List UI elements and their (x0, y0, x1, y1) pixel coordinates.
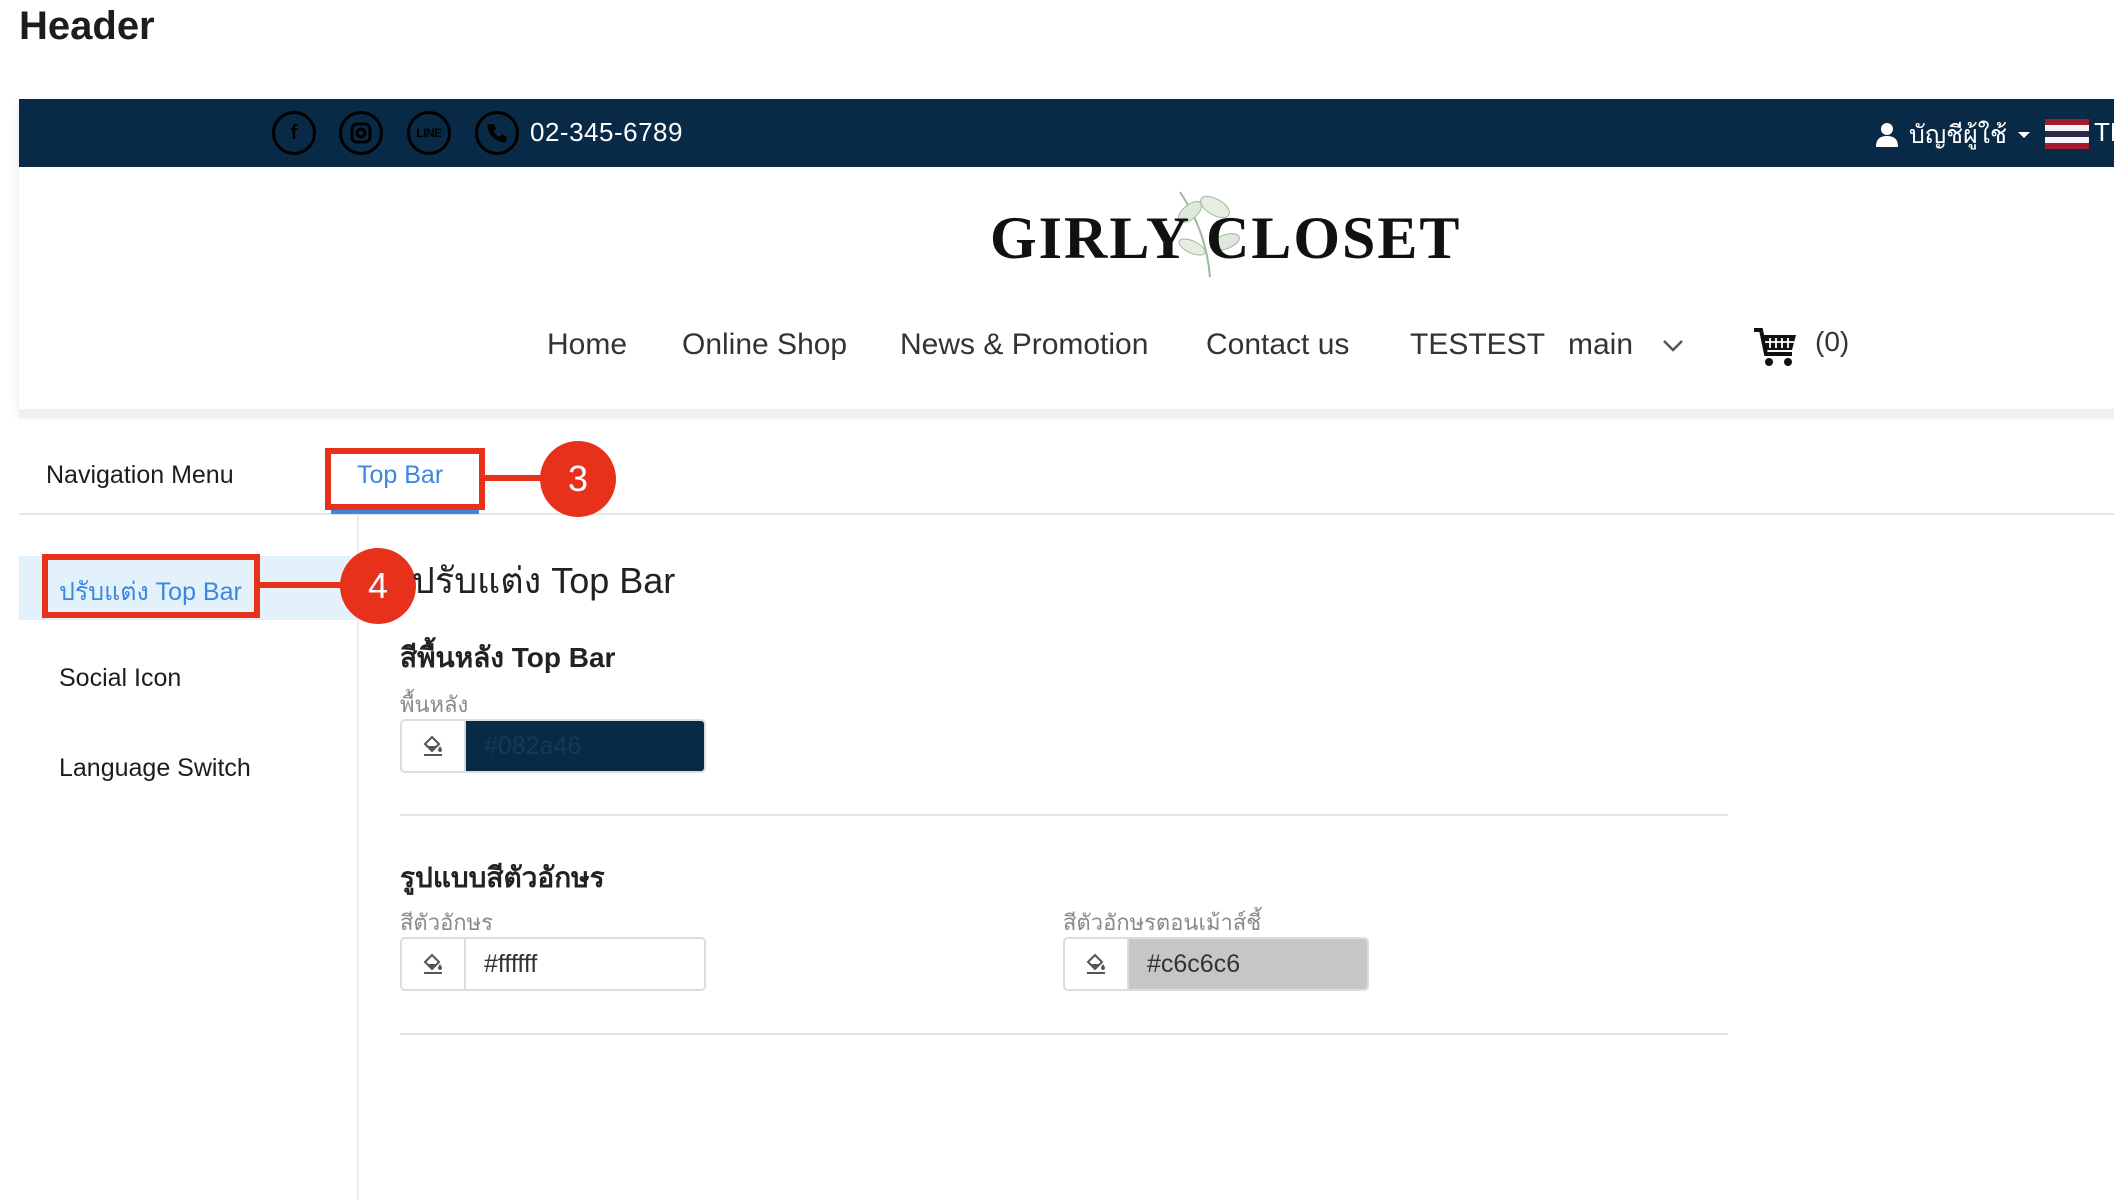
line-glyph: LINE (416, 126, 442, 140)
topbar-phone-number[interactable]: 02-345-6789 (530, 117, 683, 148)
account-label: บัญชีผู้ใช้ (1909, 121, 2007, 149)
sidebar-highlight-box (42, 554, 260, 618)
nav-contact-us[interactable]: Contact us (1206, 328, 1349, 362)
text-color-value[interactable]: #ffffff (466, 939, 704, 989)
background-field-label: พื้นหลัง (400, 692, 469, 717)
instagram-glyph (350, 122, 372, 144)
language-code[interactable]: TH (2094, 117, 2114, 148)
nav-news-promotion[interactable]: News & Promotion (900, 328, 1148, 362)
callout-badge-4: 4 (340, 548, 416, 624)
text-color-section-title: รูปแบบสีตัวอักษร (400, 862, 605, 893)
background-color-value[interactable]: #082a46 (466, 721, 704, 771)
text-color-label: สีตัวอักษร (400, 910, 493, 935)
thai-flag-icon[interactable] (2045, 119, 2089, 149)
background-color-field[interactable]: #082a46 (400, 719, 706, 773)
paint-bucket-icon[interactable] (1065, 939, 1129, 989)
content-title: ปรับแต่ง Top Bar (412, 560, 676, 601)
hover-color-label: สีตัวอักษรตอนเม้าส์ชี้ (1063, 910, 1262, 935)
nav-online-shop[interactable]: Online Shop (682, 328, 847, 362)
sidebar-item-language-switch[interactable]: Language Switch (59, 754, 251, 783)
user-icon (1876, 123, 1898, 147)
nav-main[interactable]: main (1568, 328, 1633, 362)
cart-icon[interactable] (1752, 326, 1798, 368)
section-divider (400, 1033, 1728, 1035)
callout-4-connector (258, 582, 344, 588)
paint-bucket-icon[interactable] (402, 721, 466, 771)
hover-color-value[interactable]: #c6c6c6 (1129, 939, 1367, 989)
callout-badge-3: 3 (540, 441, 616, 517)
nav-testest[interactable]: TESTEST (1410, 328, 1545, 362)
line-icon[interactable]: LINE (407, 111, 451, 155)
tab-navigation-menu[interactable]: Navigation Menu (46, 461, 234, 490)
preview-bottom-strip (19, 409, 2114, 419)
text-color-field[interactable]: #ffffff (400, 937, 706, 991)
section-divider (400, 814, 1728, 816)
topbar (19, 99, 2114, 167)
background-section-title: สีพื้นหลัง Top Bar (400, 642, 616, 673)
caret-down-icon (2017, 132, 2030, 138)
instagram-icon[interactable] (339, 111, 383, 155)
sidebar-item-social-icon[interactable]: Social Icon (59, 664, 181, 693)
facebook-glyph: f (290, 121, 298, 144)
paint-bucket-icon[interactable] (402, 939, 466, 989)
phone-icon[interactable] (475, 111, 519, 155)
facebook-icon[interactable]: f (272, 111, 316, 155)
chevron-down-icon[interactable] (1662, 339, 1684, 353)
page-title: Header (19, 4, 155, 48)
tab-highlight-box (325, 448, 485, 510)
hover-color-field[interactable]: #c6c6c6 (1063, 937, 1369, 991)
cart-count[interactable]: (0) (1815, 326, 1849, 358)
callout-3-connector (483, 475, 543, 481)
account-menu[interactable]: บัญชีผู้ใช้ (1875, 115, 2031, 155)
store-logo[interactable]: GIRLY CLOSET (990, 204, 1461, 273)
phone-glyph (487, 124, 507, 143)
nav-home[interactable]: Home (547, 328, 627, 362)
